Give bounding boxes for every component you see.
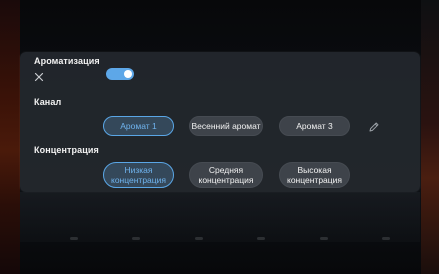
- aroma-toggle[interactable]: [106, 68, 134, 80]
- dock-indicators: [70, 237, 390, 243]
- background-right-strip: [421, 0, 439, 274]
- dock-indicator: [194, 237, 203, 240]
- channel-title: Канал: [34, 97, 62, 107]
- concentration-option-high[interactable]: Высокая концентрация: [279, 162, 350, 188]
- toggle-knob: [124, 70, 132, 78]
- screen: Ароматизация Канал Аромат 1 Весенний аро…: [0, 0, 439, 274]
- dock-indicator: [132, 237, 141, 240]
- dock-indicator: [70, 237, 78, 240]
- concentration-option-medium[interactable]: Средняя концентрация: [189, 162, 263, 188]
- aroma-title: Ароматизация: [34, 56, 100, 66]
- channel-option-aroma-3[interactable]: Аромат 3: [279, 116, 350, 136]
- pencil-icon[interactable]: [368, 120, 380, 132]
- dock-indicator: [257, 237, 266, 240]
- channel-option-spring-aroma[interactable]: Весенний аромат: [189, 116, 263, 136]
- dock-indicator: [381, 237, 390, 240]
- dock-indicator: [319, 237, 328, 240]
- concentration-title: Концентрация: [34, 145, 99, 155]
- background-left-strip: [0, 0, 20, 274]
- channel-option-aroma-1[interactable]: Аромат 1: [103, 116, 174, 136]
- background-dock: [20, 192, 420, 242]
- close-icon[interactable]: [34, 69, 44, 82]
- concentration-option-low[interactable]: Низкая концентрация: [103, 162, 174, 188]
